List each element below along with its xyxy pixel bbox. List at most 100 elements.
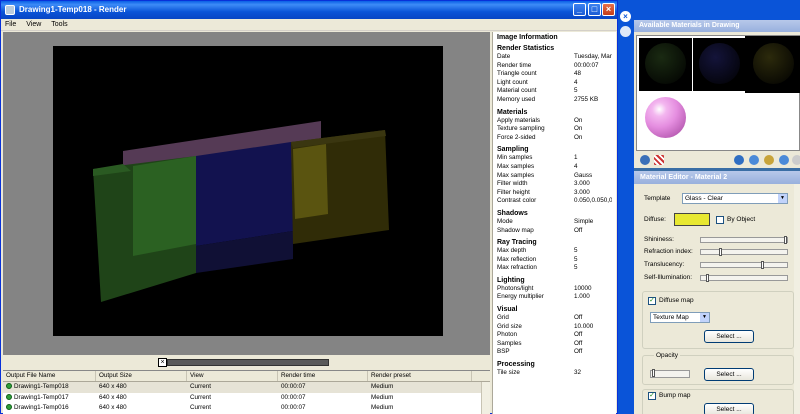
close-palette-icon[interactable]: ×: [620, 11, 631, 22]
info-row: Light count 4: [497, 79, 612, 88]
info-key: Apply materials: [497, 116, 541, 124]
col-view[interactable]: View: [187, 371, 278, 381]
info-key: Memory used: [497, 95, 536, 103]
slider-thumb[interactable]: [706, 274, 709, 282]
material-swatch[interactable]: [693, 38, 746, 91]
table-row[interactable]: Drawing1-Temp017 640 x 480 Current 00:00…: [3, 393, 490, 404]
render-output-table: Output File Name Output Size View Render…: [3, 370, 490, 414]
info-row: Photon Off: [497, 331, 612, 340]
apply-icon[interactable]: [779, 155, 789, 165]
info-value: On: [574, 116, 583, 124]
sphere-preview-icon[interactable]: [640, 155, 650, 165]
info-row: Shadow map Off: [497, 227, 612, 236]
material-swatch[interactable]: [639, 38, 692, 91]
panel-splitter[interactable]: ×: [3, 356, 490, 368]
property-slider[interactable]: [700, 248, 788, 256]
output-view: Current: [190, 393, 211, 401]
chevron-down-icon[interactable]: ▼: [700, 313, 709, 322]
material-swatch[interactable]: [639, 92, 692, 145]
checker-background-icon[interactable]: [654, 155, 664, 165]
col-output-file-name[interactable]: Output File Name: [3, 371, 96, 381]
info-key: Mode: [497, 217, 513, 225]
output-render-preset: Medium: [371, 404, 394, 411]
property-slider[interactable]: [700, 236, 788, 244]
material-ball: [645, 43, 686, 84]
palette-options-icon[interactable]: [620, 26, 631, 37]
menu-tools[interactable]: Tools: [47, 19, 71, 31]
table-row[interactable]: Drawing1-Temp016 640 x 480 Current 00:00…: [3, 403, 490, 414]
slider-thumb[interactable]: [761, 261, 764, 269]
info-value: 2755 KB: [574, 95, 599, 103]
menu-view[interactable]: View: [22, 19, 45, 31]
output-size: 640 x 480: [99, 404, 127, 411]
info-key: Grid size: [497, 322, 522, 330]
bump-map-checkbox[interactable]: ✓: [648, 392, 656, 400]
splitter-grip[interactable]: [167, 359, 329, 366]
info-value: 5: [574, 255, 578, 263]
info-section-title: Lighting: [497, 276, 525, 284]
more-icon[interactable]: [792, 155, 800, 165]
diffuse-select-button[interactable]: Select ...: [704, 330, 754, 343]
info-section-title: Materials: [497, 108, 528, 116]
col-output-size[interactable]: Output Size: [96, 371, 187, 381]
info-key: Max refraction: [497, 264, 537, 272]
slider-label: Refraction index:: [644, 248, 693, 255]
output-file-name: Drawing1-Temp016: [3, 403, 96, 414]
table-row[interactable]: Drawing1-Temp018 640 x 480 Current 00:00…: [3, 382, 490, 393]
col-render-time[interactable]: Render time: [278, 371, 368, 381]
bump-select-button[interactable]: Select ...: [704, 403, 754, 414]
opacity-select-button[interactable]: Select ...: [704, 368, 754, 381]
material-ball: [645, 97, 686, 138]
close-button[interactable]: ×: [602, 3, 615, 16]
export-icon[interactable]: [764, 155, 774, 165]
slider-label: Shininess:: [644, 236, 674, 243]
info-key: Contrast color: [497, 197, 537, 205]
material-swatch-selected[interactable]: [745, 36, 800, 93]
info-key: Force 2-sided: [497, 133, 536, 141]
diffuse-color-swatch[interactable]: [674, 213, 710, 226]
info-value: 3.000: [574, 188, 590, 196]
info-value: 10000: [574, 284, 592, 292]
slider-thumb[interactable]: [652, 369, 655, 377]
diffuse-map-checkbox[interactable]: ✓: [648, 297, 656, 305]
info-value: Simple: [574, 217, 594, 225]
template-dropdown[interactable]: Glass - Clear ▼: [682, 193, 788, 204]
maximize-button[interactable]: □: [588, 3, 601, 16]
template-value: Glass - Clear: [685, 195, 723, 202]
info-row: Max depth 5: [497, 247, 612, 256]
info-value: 32: [574, 369, 582, 377]
opacity-slider[interactable]: [650, 369, 690, 378]
by-object-checkbox[interactable]: [716, 216, 724, 224]
info-value: 1.000: [574, 293, 590, 301]
info-section-title: Visual: [497, 306, 518, 314]
slider-thumb[interactable]: [719, 248, 722, 256]
info-value: 1: [574, 154, 578, 162]
materials-panel-title: Available Materials in Drawing: [634, 20, 800, 32]
close-output-icon[interactable]: ×: [158, 358, 167, 367]
info-key: Tile size: [497, 369, 520, 377]
property-slider[interactable]: [700, 274, 788, 282]
menu-file[interactable]: File: [1, 19, 20, 31]
minimize-button[interactable]: _: [573, 3, 586, 16]
info-key: Energy multiplier: [497, 293, 544, 301]
window-titlebar[interactable]: Drawing1-Temp018 - Render _ □ ×: [1, 1, 617, 19]
render-file-icon: [6, 383, 12, 389]
texture-map-dropdown[interactable]: Texture Map ▼: [650, 312, 710, 323]
chevron-down-icon[interactable]: ▼: [778, 194, 787, 203]
create-material-icon[interactable]: [734, 155, 744, 165]
purge-icon[interactable]: [749, 155, 759, 165]
info-value: On: [574, 125, 583, 133]
info-section-title: Ray Tracing: [497, 239, 537, 247]
info-value: On: [574, 133, 583, 141]
info-row: Force 2-sided On: [497, 134, 612, 143]
info-key: Shadow map: [497, 226, 534, 234]
info-row: Contrast color 0.050,0.050,0: [497, 197, 612, 206]
property-slider[interactable]: [700, 261, 788, 269]
editor-scrollbar[interactable]: [794, 184, 800, 414]
slider-thumb[interactable]: [784, 236, 787, 244]
output-render-preset: Medium: [371, 383, 394, 390]
col-render-preset[interactable]: Render preset: [368, 371, 472, 381]
output-scrollbar[interactable]: [481, 382, 490, 414]
output-render-preset: Medium: [371, 393, 394, 401]
info-key: BSP: [497, 348, 510, 356]
